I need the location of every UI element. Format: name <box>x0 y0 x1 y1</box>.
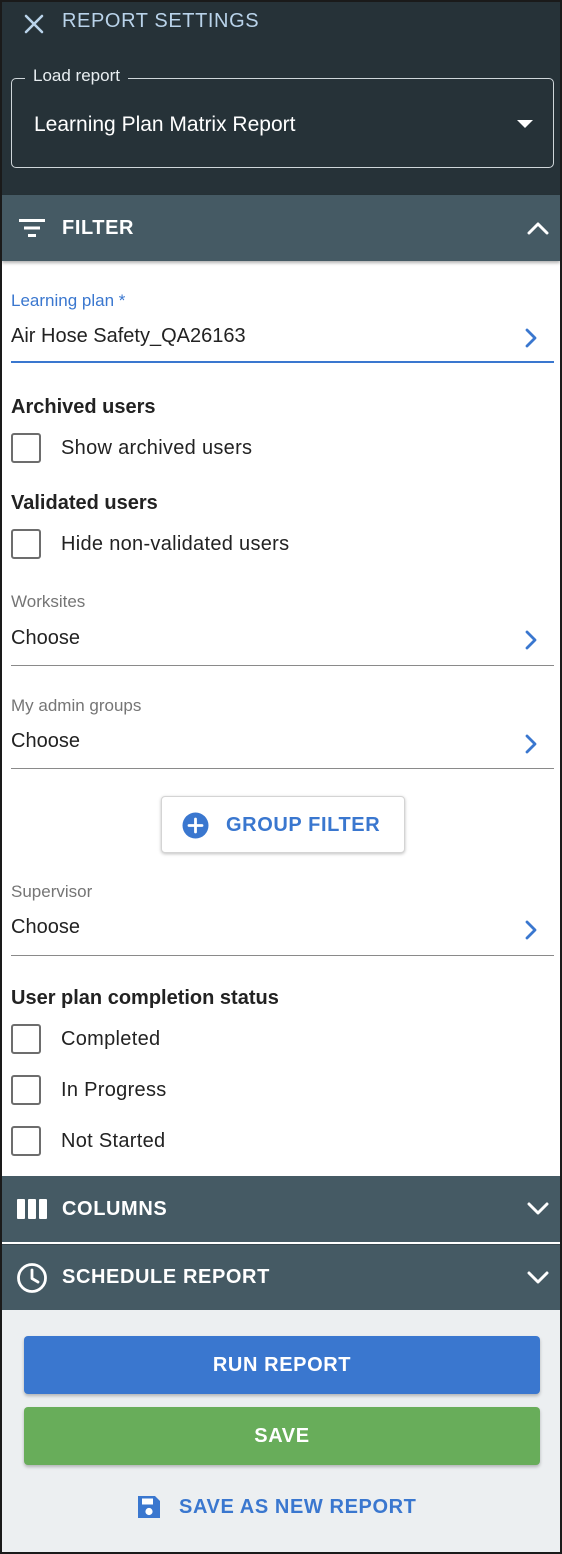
worksites-select[interactable]: Choose <box>11 627 80 650</box>
admin-groups-underline <box>11 768 554 769</box>
chevron-right-icon[interactable] <box>524 629 538 651</box>
load-report-select[interactable]: Load report Learning Plan Matrix Report <box>11 66 554 168</box>
save-button[interactable]: SAVE <box>24 1407 540 1465</box>
group-filter-button[interactable]: GROUP FILTER <box>161 796 405 853</box>
chevron-down-icon[interactable] <box>526 1266 550 1290</box>
worksites-label: Worksites <box>11 592 86 611</box>
admin-groups-select[interactable]: Choose <box>11 730 80 753</box>
report-settings-header: REPORT SETTINGS Load report Learning Pla… <box>2 2 560 195</box>
show-archived-users-checkbox-row[interactable]: Show archived users <box>11 433 252 463</box>
chevron-down-icon[interactable] <box>526 1197 550 1221</box>
close-icon <box>24 14 44 34</box>
show-archived-users-label: Show archived users <box>61 436 253 459</box>
save-disk-icon <box>138 1496 160 1518</box>
columns-section-header[interactable]: COLUMNS <box>2 1176 560 1242</box>
close-button[interactable] <box>18 8 50 40</box>
hide-non-validated-users-label: Hide non-validated users <box>61 532 290 555</box>
load-report-label: Load report <box>25 66 128 86</box>
not-started-checkbox[interactable] <box>11 1126 41 1156</box>
worksites-underline <box>11 665 554 666</box>
learning-plan-value[interactable]: Air Hose Safety_QA26163 <box>11 325 246 348</box>
validated-users-title: Validated users <box>11 492 158 514</box>
completion-status-title: User plan completion status <box>11 987 279 1009</box>
not-started-checkbox-row[interactable]: Not Started <box>11 1126 165 1156</box>
not-started-label: Not Started <box>61 1129 166 1152</box>
chevron-up-icon[interactable] <box>526 216 550 240</box>
group-filter-label: GROUP FILTER <box>226 814 381 836</box>
supervisor-select[interactable]: Choose <box>11 916 80 939</box>
schedule-report-section-header[interactable]: SCHEDULE REPORT <box>2 1244 560 1310</box>
load-report-value: Learning Plan Matrix Report <box>34 113 296 136</box>
columns-icon <box>15 1192 49 1226</box>
learning-plan-underline <box>11 361 554 363</box>
report-settings-panel: REPORT SETTINGS Load report Learning Pla… <box>0 0 562 1554</box>
completed-checkbox-row[interactable]: Completed <box>11 1024 160 1054</box>
chevron-right-icon[interactable] <box>524 327 538 349</box>
completed-label: Completed <box>61 1027 161 1050</box>
completed-checkbox[interactable] <box>11 1024 41 1054</box>
filter-section-header[interactable]: FILTER <box>2 195 560 261</box>
in-progress-label: In Progress <box>61 1078 167 1101</box>
show-archived-users-checkbox[interactable] <box>11 433 41 463</box>
panel-title: REPORT SETTINGS <box>62 10 260 32</box>
admin-groups-label: My admin groups <box>11 696 142 715</box>
save-as-new-report-label: SAVE AS NEW REPORT <box>179 1495 417 1518</box>
columns-section-label: COLUMNS <box>62 1197 168 1220</box>
hide-non-validated-users-checkbox[interactable] <box>11 529 41 559</box>
filter-icon <box>15 211 49 245</box>
report-actions-footer: RUN REPORT SAVE SAVE AS NEW REPORT <box>2 1310 560 1552</box>
schedule-report-section-label: SCHEDULE REPORT <box>62 1266 270 1288</box>
in-progress-checkbox[interactable] <box>11 1075 41 1105</box>
add-circle-icon <box>182 812 209 839</box>
in-progress-checkbox-row[interactable]: In Progress <box>11 1075 167 1105</box>
chevron-right-icon[interactable] <box>524 919 538 941</box>
run-report-button[interactable]: RUN REPORT <box>24 1336 540 1394</box>
save-as-new-report-button[interactable]: SAVE AS NEW REPORT <box>135 1492 417 1522</box>
supervisor-underline <box>11 955 554 956</box>
filter-section-label: FILTER <box>62 216 135 239</box>
dropdown-caret-icon[interactable] <box>517 120 533 128</box>
archived-users-title: Archived users <box>11 396 156 418</box>
chevron-right-icon[interactable] <box>524 733 538 755</box>
supervisor-label: Supervisor <box>11 882 93 901</box>
learning-plan-label: Learning plan * <box>11 291 126 310</box>
hide-non-validated-users-checkbox-row[interactable]: Hide non-validated users <box>11 529 289 559</box>
clock-icon <box>15 1261 49 1295</box>
